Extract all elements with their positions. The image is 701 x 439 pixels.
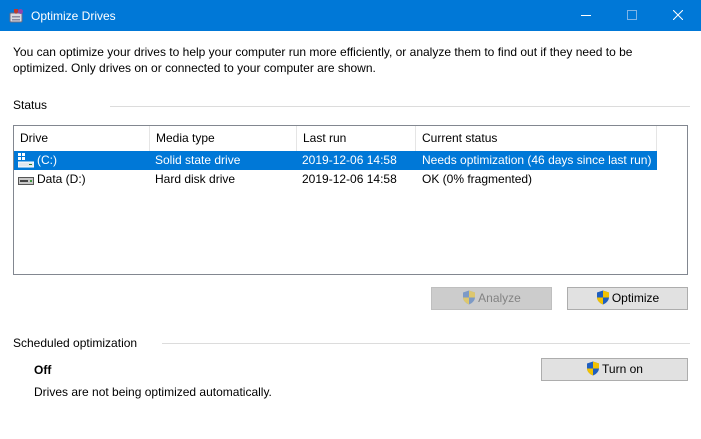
drive-name: (C:) [37,153,57,167]
drive-last-run: 2019-12-06 14:58 [302,153,397,167]
minimize-button[interactable] [563,0,609,31]
intro-description: You can optimize your drives to help you… [13,45,633,75]
uac-shield-icon [587,361,600,376]
column-header-last-run[interactable]: Last run [297,126,416,151]
ssd-system-drive-icon [18,153,34,168]
close-button[interactable] [655,0,701,31]
drive-media-type: Solid state drive [155,153,241,167]
window-title: Optimize Drives [31,9,116,23]
hard-disk-drive-icon [18,177,34,185]
turn-on-button[interactable]: Turn on [541,358,688,381]
drive-row-d[interactable]: Data (D:) Hard disk drive 2019-12-06 14:… [14,170,657,189]
minimize-icon [581,15,591,16]
drive-row-c[interactable]: (C:) Solid state drive 2019-12-06 14:58 … [14,151,657,170]
optimize-button-label: Optimize [611,291,660,305]
turn-on-button-label: Turn on [602,362,643,376]
maximize-icon [627,10,637,20]
analyze-button-label: Analyze [478,291,521,305]
optimize-drives-app-icon [9,9,23,23]
uac-shield-icon [463,290,476,305]
status-section-divider [110,106,690,107]
drive-current-status: Needs optimization (46 days since last r… [422,153,652,167]
uac-shield-icon [596,290,609,305]
column-header-current-status[interactable]: Current status [416,126,657,151]
drives-list[interactable]: Drive Media type Last run Current status… [13,125,688,275]
schedule-description: Drives are not being optimized automatic… [34,385,272,399]
optimize-button[interactable]: Optimize [567,287,688,310]
close-icon [673,10,683,20]
status-section-label: Status [13,98,48,112]
schedule-state: Off [34,363,52,377]
drives-list-header: Drive Media type Last run Current status [14,126,657,151]
drive-current-status: OK (0% fragmented) [422,172,533,186]
analyze-button[interactable]: Analyze [431,287,552,310]
drive-name: Data (D:) [37,172,86,186]
drive-last-run: 2019-12-06 14:58 [302,172,397,186]
scheduled-section-label: Scheduled optimization [13,336,138,350]
column-header-drive[interactable]: Drive [14,126,150,151]
title-bar: Optimize Drives [0,0,701,31]
maximize-button[interactable] [609,0,655,31]
window-content: You can optimize your drives to help you… [0,31,701,439]
drive-media-type: Hard disk drive [155,172,236,186]
column-header-media-type[interactable]: Media type [150,126,297,151]
scheduled-section-divider [162,343,690,344]
